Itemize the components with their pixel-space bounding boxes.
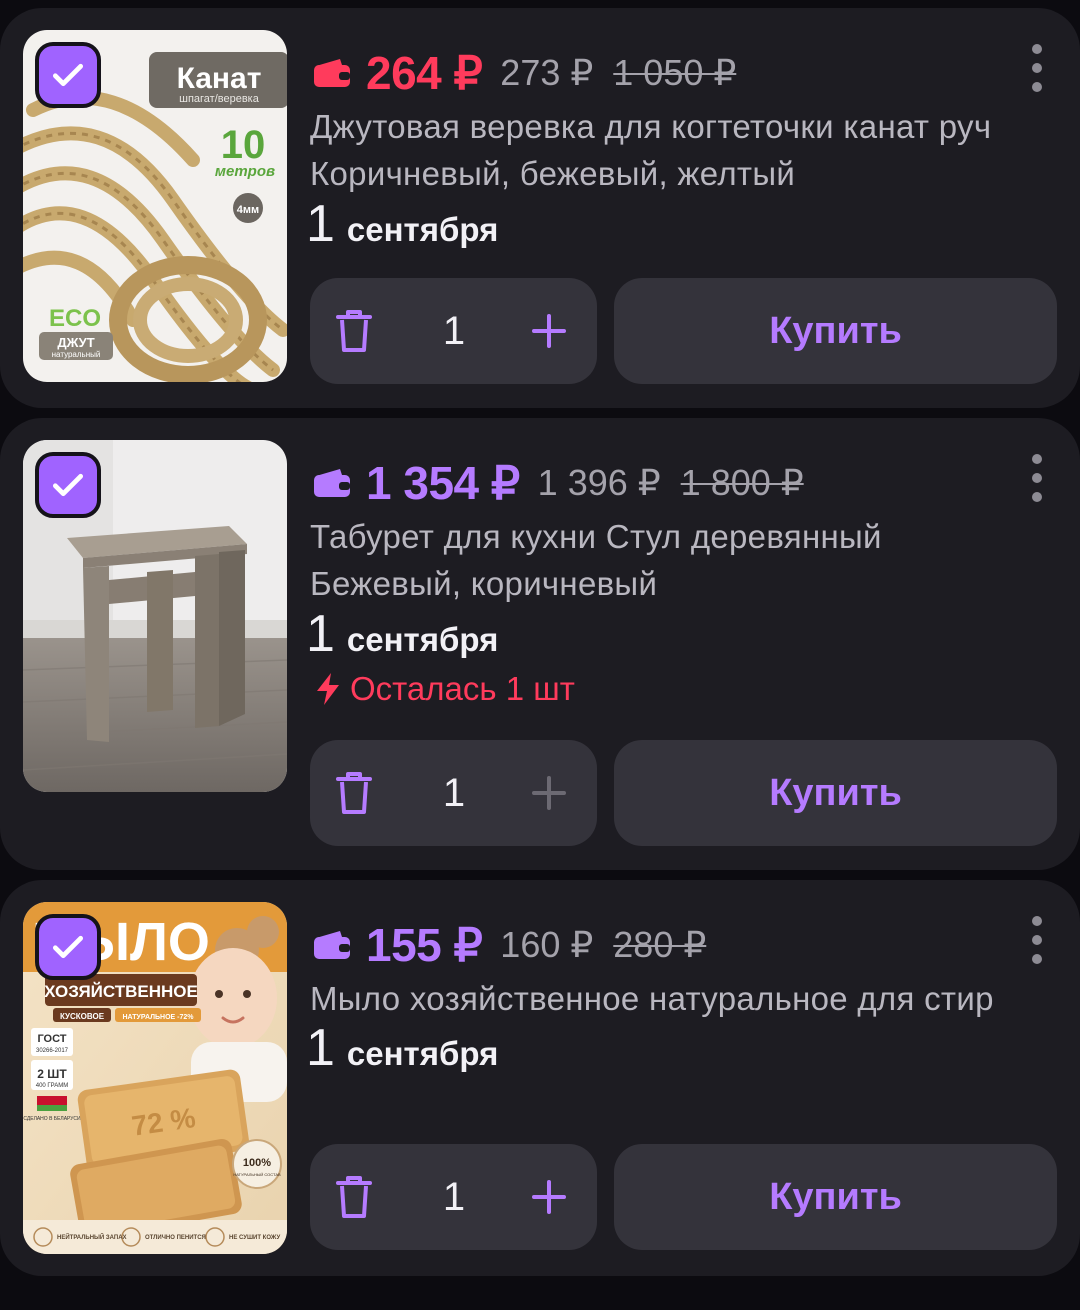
cart-item-soap: МЫЛО ХОЗЯЙСТВЕННОЕ КУСКОВОЕ НАТУРАЛЬНОЕ … [0,880,1080,1276]
buy-button[interactable]: Купить [614,1144,1057,1250]
plus-icon[interactable] [532,776,566,810]
svg-text:4мм: 4мм [237,204,259,216]
lightning-icon [317,673,339,705]
original-price: 1 800 ₽ [680,462,804,503]
trash-icon[interactable] [334,1174,374,1220]
svg-text:НЕ СУШИТ КОЖУ: НЕ СУШИТ КОЖУ [229,1235,280,1241]
delivery-date: 1 сентября [306,605,499,663]
svg-text:ДЖУТ: ДЖУТ [57,335,94,350]
checkmark-icon [52,473,84,497]
quantity-value: 1 [442,1175,466,1219]
buy-button[interactable]: Купить [614,278,1057,384]
select-checkbox[interactable] [35,914,101,980]
svg-text:КУСКОВОЕ: КУСКОВОЕ [60,1012,105,1021]
delivery-date: 1 сентября [306,195,499,253]
select-checkbox[interactable] [35,452,101,518]
current-price: 264 ₽ [366,47,483,99]
plus-icon[interactable] [532,1180,566,1214]
buy-button[interactable]: Купить [614,740,1057,846]
quantity-stepper: 1 [310,740,597,846]
svg-text:ECO: ECO [49,305,101,332]
original-price: 280 ₽ [613,924,707,965]
price-row: 155 ₽ 160 ₽ 280 ₽ [312,910,706,980]
quantity-stepper: 1 [310,278,597,384]
svg-text:шпагат/веревка: шпагат/веревка [179,93,260,105]
low-stock-label: Осталась 1 шт [314,670,575,708]
price-without-card: 1 396 ₽ [537,462,661,503]
svg-text:10: 10 [221,123,266,167]
svg-text:НАТУРАЛЬНОЕ -72%: НАТУРАЛЬНОЕ -72% [123,1014,195,1021]
wallet-icon [314,59,350,87]
svg-text:100%: 100% [243,1157,271,1169]
more-vertical-icon[interactable] [1022,916,1052,964]
product-variant: Коричневый, бежевый, желтый [310,155,796,192]
cart-item-stool: 1 354 ₽ 1 396 ₽ 1 800 ₽ Табурет для кухн… [0,418,1080,870]
wallet-icon [314,469,350,497]
svg-text:ОТЛИЧНО ПЕНИТСЯ: ОТЛИЧНО ПЕНИТСЯ [145,1235,206,1241]
product-title[interactable]: Джутовая веревка для когтеточки канат ру… [310,108,1056,146]
quantity-value: 1 [442,309,466,353]
svg-text:ХОЗЯЙСТВЕННОЕ: ХОЗЯЙСТВЕННОЕ [44,982,198,1001]
rope-brand-text: Канат [177,62,262,95]
svg-text:400 ГРАММ: 400 ГРАММ [36,1083,69,1089]
plus-icon[interactable] [532,314,566,348]
product-image-stool[interactable] [23,440,287,792]
price-without-card: 273 ₽ [500,52,594,93]
quantity-stepper: 1 [310,1144,597,1250]
svg-text:30266-2017: 30266-2017 [36,1048,69,1054]
product-image-soap[interactable]: МЫЛО ХОЗЯЙСТВЕННОЕ КУСКОВОЕ НАТУРАЛЬНОЕ … [23,902,287,1254]
price-without-card: 160 ₽ [500,924,594,965]
svg-text:СДЕЛАНО В БЕЛАРУСИ: СДЕЛАНО В БЕЛАРУСИ [23,1116,81,1122]
original-price: 1 050 ₽ [613,52,737,93]
svg-text:ГОСТ: ГОСТ [37,1033,66,1045]
current-price: 1 354 ₽ [366,457,520,509]
delivery-date: 1 сентября [306,1019,499,1077]
checkmark-icon [52,63,84,87]
product-image-rope[interactable]: Канат шпагат/веревка 10 метров 4мм ECO Д… [23,30,287,382]
more-vertical-icon[interactable] [1022,454,1052,502]
svg-text:НЕЙТРАЛЬНЫЙ ЗАПАХ: НЕЙТРАЛЬНЫЙ ЗАПАХ [57,1233,127,1241]
quantity-value: 1 [442,771,466,815]
trash-icon[interactable] [334,308,374,354]
product-variant: Бежевый, коричневый [310,565,658,602]
svg-text:2 ШТ: 2 ШТ [37,1067,67,1081]
more-vertical-icon[interactable] [1022,44,1052,92]
svg-text:НАТУРАЛЬНЫЙ СОСТАВ: НАТУРАЛЬНЫЙ СОСТАВ [233,1172,281,1177]
select-checkbox[interactable] [35,42,101,108]
trash-icon[interactable] [334,770,374,816]
price-row: 264 ₽ 273 ₽ 1 050 ₽ [312,38,736,108]
svg-text:натуральный: натуральный [52,350,101,359]
product-title[interactable]: Мыло хозяйственное натуральное для стир [310,980,1056,1018]
cart-item-rope: Канат шпагат/веревка 10 метров 4мм ECO Д… [0,8,1080,408]
current-price: 155 ₽ [366,919,483,971]
product-title[interactable]: Табурет для кухни Стул деревянный [310,518,1056,556]
price-row: 1 354 ₽ 1 396 ₽ 1 800 ₽ [312,448,804,518]
wallet-icon [314,931,350,959]
checkmark-icon [52,935,84,959]
svg-text:метров: метров [215,163,275,180]
